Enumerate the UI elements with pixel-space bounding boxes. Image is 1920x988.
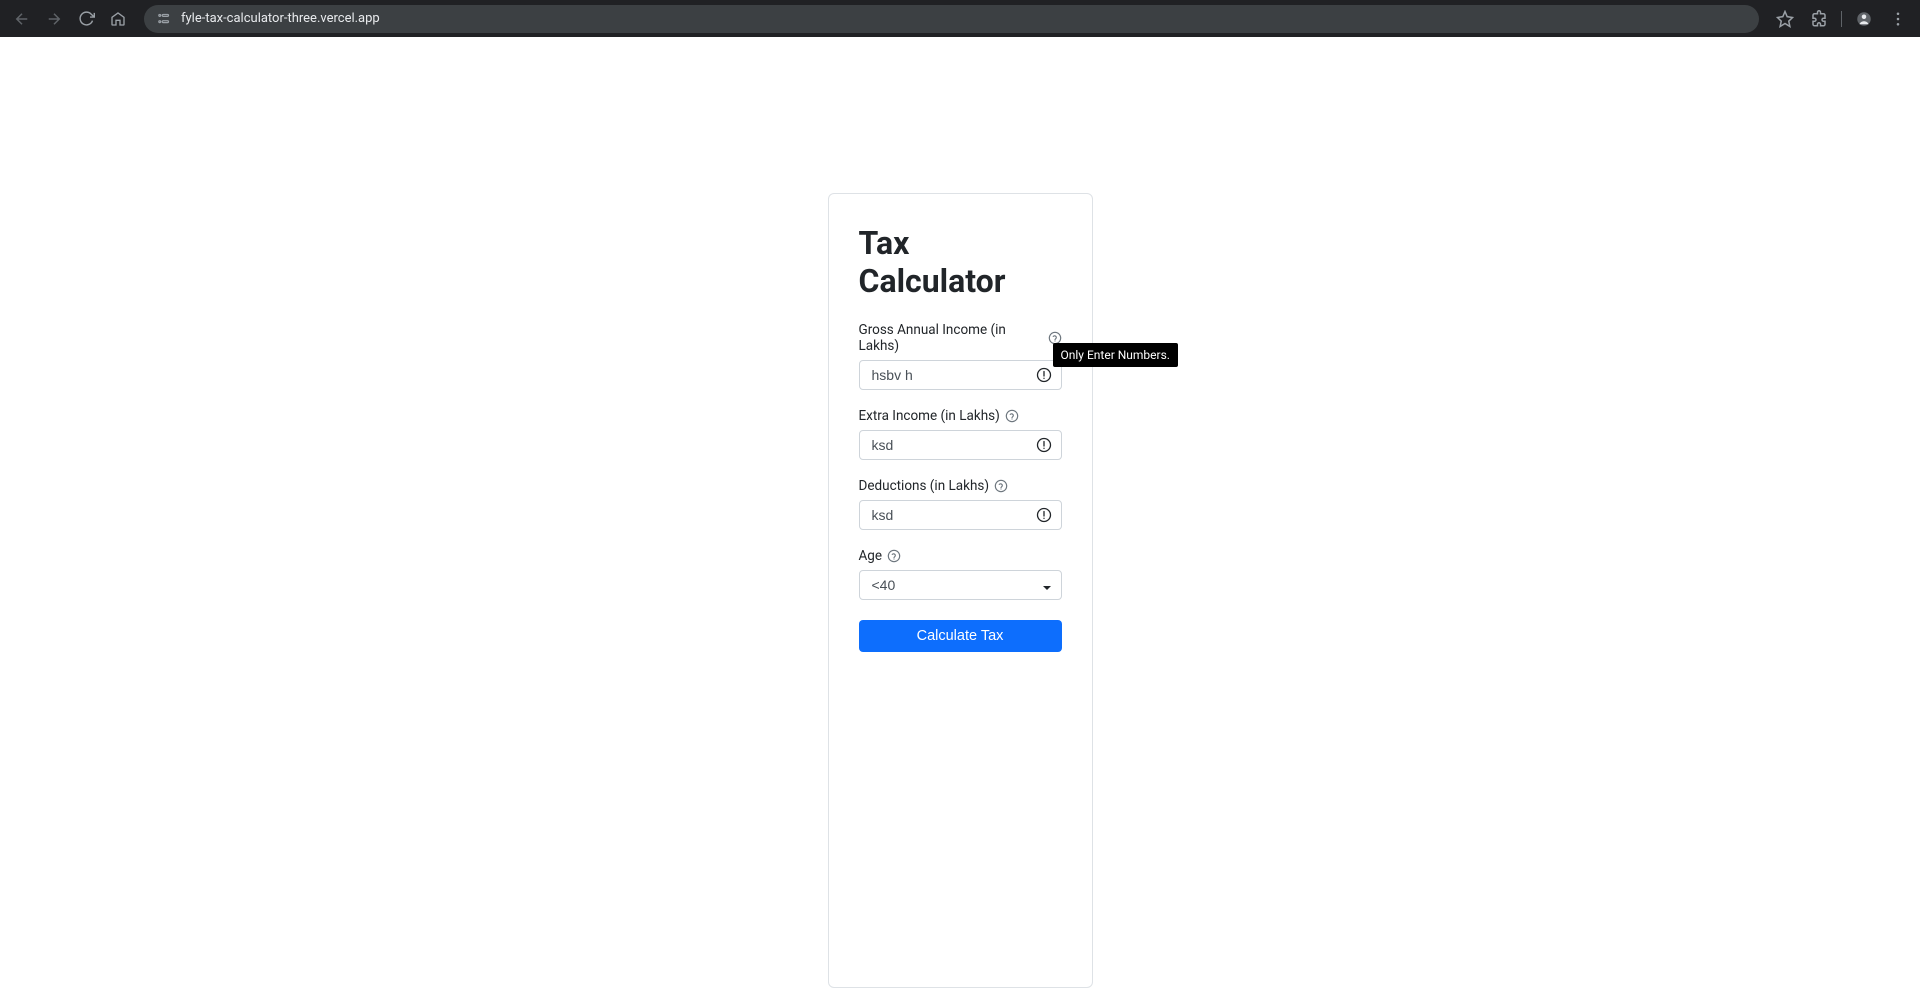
gross-income-input[interactable] bbox=[859, 360, 1062, 390]
form-group-extra: Extra Income (in Lakhs) bbox=[859, 408, 1062, 460]
age-select[interactable]: <40 bbox=[859, 570, 1062, 600]
card-title: Tax Calculator bbox=[859, 224, 1062, 300]
tax-calculator-card: Tax Calculator Gross Annual Income (in L… bbox=[828, 193, 1093, 988]
help-icon[interactable] bbox=[887, 549, 901, 563]
url-text: fyle-tax-calculator-three.vercel.app bbox=[181, 11, 1747, 26]
error-tooltip: Only Enter Numbers. bbox=[1053, 343, 1178, 367]
browser-chrome: fyle-tax-calculator-three.vercel.app bbox=[0, 0, 1920, 37]
help-icon[interactable] bbox=[1005, 409, 1019, 423]
label-age: Age bbox=[859, 548, 1062, 564]
label-deductions: Deductions (in Lakhs) bbox=[859, 478, 1062, 494]
address-bar[interactable]: fyle-tax-calculator-three.vercel.app bbox=[144, 5, 1759, 33]
form-group-age: Age <40 bbox=[859, 548, 1062, 600]
form-group-gross: Gross Annual Income (in Lakhs) bbox=[859, 322, 1062, 390]
label-gross: Gross Annual Income (in Lakhs) bbox=[859, 322, 1062, 354]
profile-icon[interactable] bbox=[1850, 5, 1878, 33]
back-button[interactable] bbox=[8, 5, 36, 33]
menu-icon[interactable] bbox=[1884, 5, 1912, 33]
deductions-input[interactable] bbox=[859, 500, 1062, 530]
label-gross-text: Gross Annual Income (in Lakhs) bbox=[859, 322, 1043, 354]
error-icon[interactable] bbox=[1036, 437, 1052, 453]
error-icon[interactable] bbox=[1036, 507, 1052, 523]
help-icon[interactable] bbox=[994, 479, 1008, 493]
form-group-deductions: Deductions (in Lakhs) bbox=[859, 478, 1062, 530]
label-extra: Extra Income (in Lakhs) bbox=[859, 408, 1062, 424]
error-icon[interactable] bbox=[1036, 367, 1052, 383]
divider bbox=[1841, 11, 1842, 27]
star-icon[interactable] bbox=[1771, 5, 1799, 33]
extensions-icon[interactable] bbox=[1805, 5, 1833, 33]
home-button[interactable] bbox=[104, 5, 132, 33]
reload-button[interactable] bbox=[72, 5, 100, 33]
label-age-text: Age bbox=[859, 548, 883, 564]
label-extra-text: Extra Income (in Lakhs) bbox=[859, 408, 1000, 424]
page-content: Tax Calculator Gross Annual Income (in L… bbox=[0, 37, 1920, 988]
extra-income-input[interactable] bbox=[859, 430, 1062, 460]
label-deductions-text: Deductions (in Lakhs) bbox=[859, 478, 990, 494]
toolbar-right bbox=[1771, 5, 1912, 33]
site-info-icon[interactable] bbox=[156, 11, 171, 26]
calculate-tax-button[interactable]: Calculate Tax bbox=[859, 620, 1062, 652]
forward-button[interactable] bbox=[40, 5, 68, 33]
